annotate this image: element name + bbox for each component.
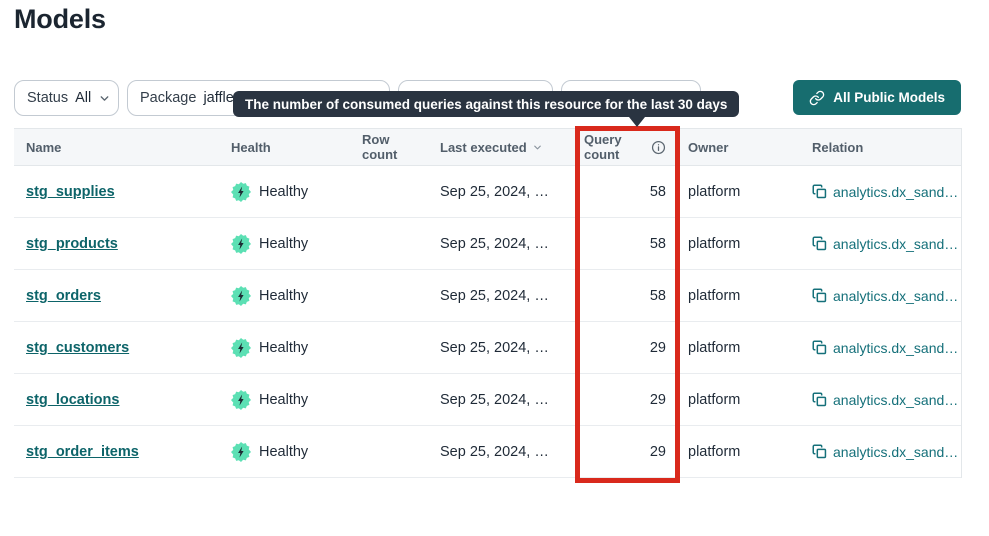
table-row: stg_products Healthy Sep 25, 2024, … 58 … [14,218,961,270]
query-count-cell: 29 [584,426,680,477]
table-header-row: Name Health Row count Last executed Quer… [14,128,961,166]
relation-link[interactable]: analytics.dx_sand… [833,392,958,408]
health-badge-icon [231,234,251,254]
column-header-row-count: Row count [362,129,426,165]
copy-document-icon [812,184,827,199]
model-link[interactable]: stg_locations [26,392,119,408]
copy-document-icon [812,340,827,355]
owner-cell: platform [680,426,812,477]
health-status-label: Healthy [259,184,308,200]
row-count-cell [362,270,426,321]
relation-link[interactable]: analytics.dx_sand… [833,340,958,356]
relation-link[interactable]: analytics.dx_sand… [833,236,958,252]
table-row: stg_locations Healthy Sep 25, 2024, … 29… [14,374,961,426]
health-badge-icon [231,442,251,462]
health-badge-icon [231,286,251,306]
model-link[interactable]: stg_products [26,236,118,252]
model-link[interactable]: stg_customers [26,340,129,356]
last-executed-cell: Sep 25, 2024, … [426,426,584,477]
tooltip-text: The number of consumed queries against t… [245,97,727,112]
status-filter-value: All [75,90,91,106]
column-header-query-count: Query count [584,129,680,165]
relation-link[interactable]: analytics.dx_sand… [833,184,958,200]
copy-document-icon [812,444,827,459]
row-count-cell [362,426,426,477]
model-link[interactable]: stg_orders [26,288,101,304]
relation-link[interactable]: analytics.dx_sand… [833,444,958,460]
last-executed-cell: Sep 25, 2024, … [426,166,584,217]
query-count-cell: 58 [584,166,680,217]
relation-link[interactable]: analytics.dx_sand… [833,288,958,304]
row-count-cell [362,374,426,425]
status-filter-dropdown[interactable]: Status All [14,80,119,116]
link-icon [809,90,825,106]
table-row: stg_customers Healthy Sep 25, 2024, … 29… [14,322,961,374]
health-status-label: Healthy [259,236,308,252]
query-count-tooltip: The number of consumed queries against t… [233,91,739,117]
page-title: Models [14,4,106,35]
health-status-label: Healthy [259,392,308,408]
column-header-relation: Relation [812,129,961,165]
package-filter-label: Package [140,90,196,106]
health-status-label: Healthy [259,288,308,304]
column-header-owner: Owner [680,129,812,165]
query-count-cell: 58 [584,270,680,321]
models-page: Models Status All Package jaffle_ All Pu… [0,0,989,536]
column-header-health: Health [231,129,362,165]
model-link[interactable]: stg_supplies [26,184,115,200]
owner-cell: platform [680,166,812,217]
row-count-cell [362,322,426,373]
health-status-label: Healthy [259,340,308,356]
all-public-models-button[interactable]: All Public Models [793,80,961,115]
copy-document-icon [812,392,827,407]
status-filter-label: Status [27,90,68,106]
health-status-label: Healthy [259,444,308,460]
column-header-name: Name [14,129,231,165]
row-count-cell [362,166,426,217]
all-public-models-label: All Public Models [833,90,945,105]
health-badge-icon [231,338,251,358]
sort-chevron-icon [532,142,543,153]
tooltip-caret [629,117,645,127]
info-icon[interactable] [651,140,666,155]
last-executed-cell: Sep 25, 2024, … [426,270,584,321]
query-count-cell: 29 [584,322,680,373]
query-count-cell: 29 [584,374,680,425]
chevron-down-icon [98,92,111,105]
table-row: stg_orders Healthy Sep 25, 2024, … 58 pl… [14,270,961,322]
copy-document-icon [812,288,827,303]
query-count-cell: 58 [584,218,680,269]
model-link[interactable]: stg_order_items [26,444,139,460]
row-count-cell [362,218,426,269]
health-badge-icon [231,390,251,410]
table-row: stg_supplies Healthy Sep 25, 2024, … 58 … [14,166,961,218]
owner-cell: platform [680,218,812,269]
last-executed-cell: Sep 25, 2024, … [426,374,584,425]
table-row: stg_order_items Healthy Sep 25, 2024, … … [14,426,961,478]
models-table: Name Health Row count Last executed Quer… [14,128,962,478]
health-badge-icon [231,182,251,202]
column-header-last-executed[interactable]: Last executed [426,129,584,165]
owner-cell: platform [680,322,812,373]
last-executed-cell: Sep 25, 2024, … [426,322,584,373]
copy-document-icon [812,236,827,251]
owner-cell: platform [680,270,812,321]
owner-cell: platform [680,374,812,425]
last-executed-cell: Sep 25, 2024, … [426,218,584,269]
